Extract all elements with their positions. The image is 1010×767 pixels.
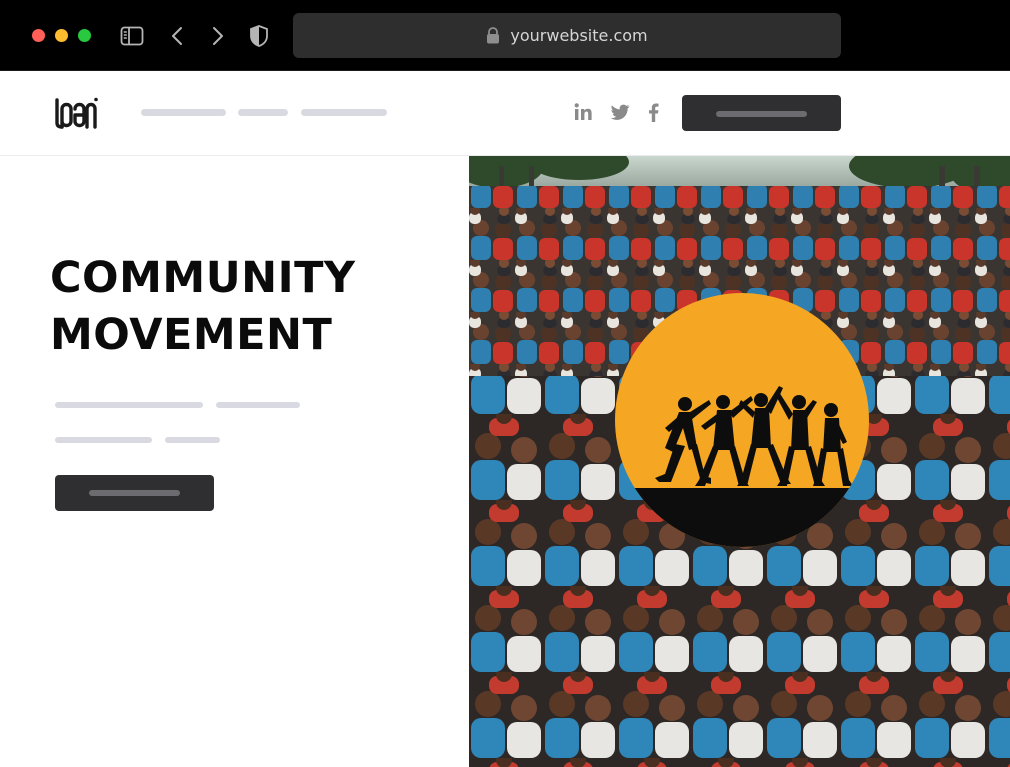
linkedin-icon[interactable] — [572, 101, 594, 123]
browser-toolbar: yourwebsite.com — [0, 0, 1010, 71]
minimize-window-button[interactable] — [55, 29, 68, 42]
header-cta-button[interactable] — [682, 95, 841, 131]
address-bar[interactable]: yourwebsite.com — [293, 13, 841, 58]
hero-title-line: MOVEMENT — [50, 310, 333, 360]
crowd-illustration — [469, 156, 1010, 767]
url-text: yourwebsite.com — [510, 26, 648, 45]
chevron-right-icon[interactable] — [205, 24, 229, 48]
hero-cta-button[interactable] — [55, 475, 214, 511]
logo[interactable] — [54, 97, 98, 129]
close-window-button[interactable] — [32, 29, 45, 42]
maximize-window-button[interactable] — [78, 29, 91, 42]
lock-icon — [486, 27, 500, 44]
body-text-placeholder — [55, 437, 152, 443]
button-label-placeholder — [716, 111, 807, 117]
body-text-placeholder — [55, 402, 203, 408]
body-text-placeholder — [216, 402, 300, 408]
site-header — [0, 71, 1010, 156]
hero-title: COMMUNITY MOVEMENT — [50, 250, 450, 364]
nav-link-placeholder[interactable] — [238, 109, 288, 116]
button-label-placeholder — [89, 490, 180, 496]
sidebar-icon[interactable] — [120, 24, 144, 48]
facebook-icon[interactable] — [643, 101, 665, 123]
shield-icon[interactable] — [247, 24, 271, 48]
hero-image — [469, 156, 1010, 767]
nav-link-placeholder[interactable] — [301, 109, 387, 116]
twitter-icon[interactable] — [609, 101, 631, 123]
chevron-left-icon[interactable] — [166, 24, 190, 48]
nav-link-placeholder[interactable] — [141, 109, 226, 116]
body-text-placeholder — [165, 437, 220, 443]
hero-title-line: COMMUNITY — [50, 253, 356, 303]
